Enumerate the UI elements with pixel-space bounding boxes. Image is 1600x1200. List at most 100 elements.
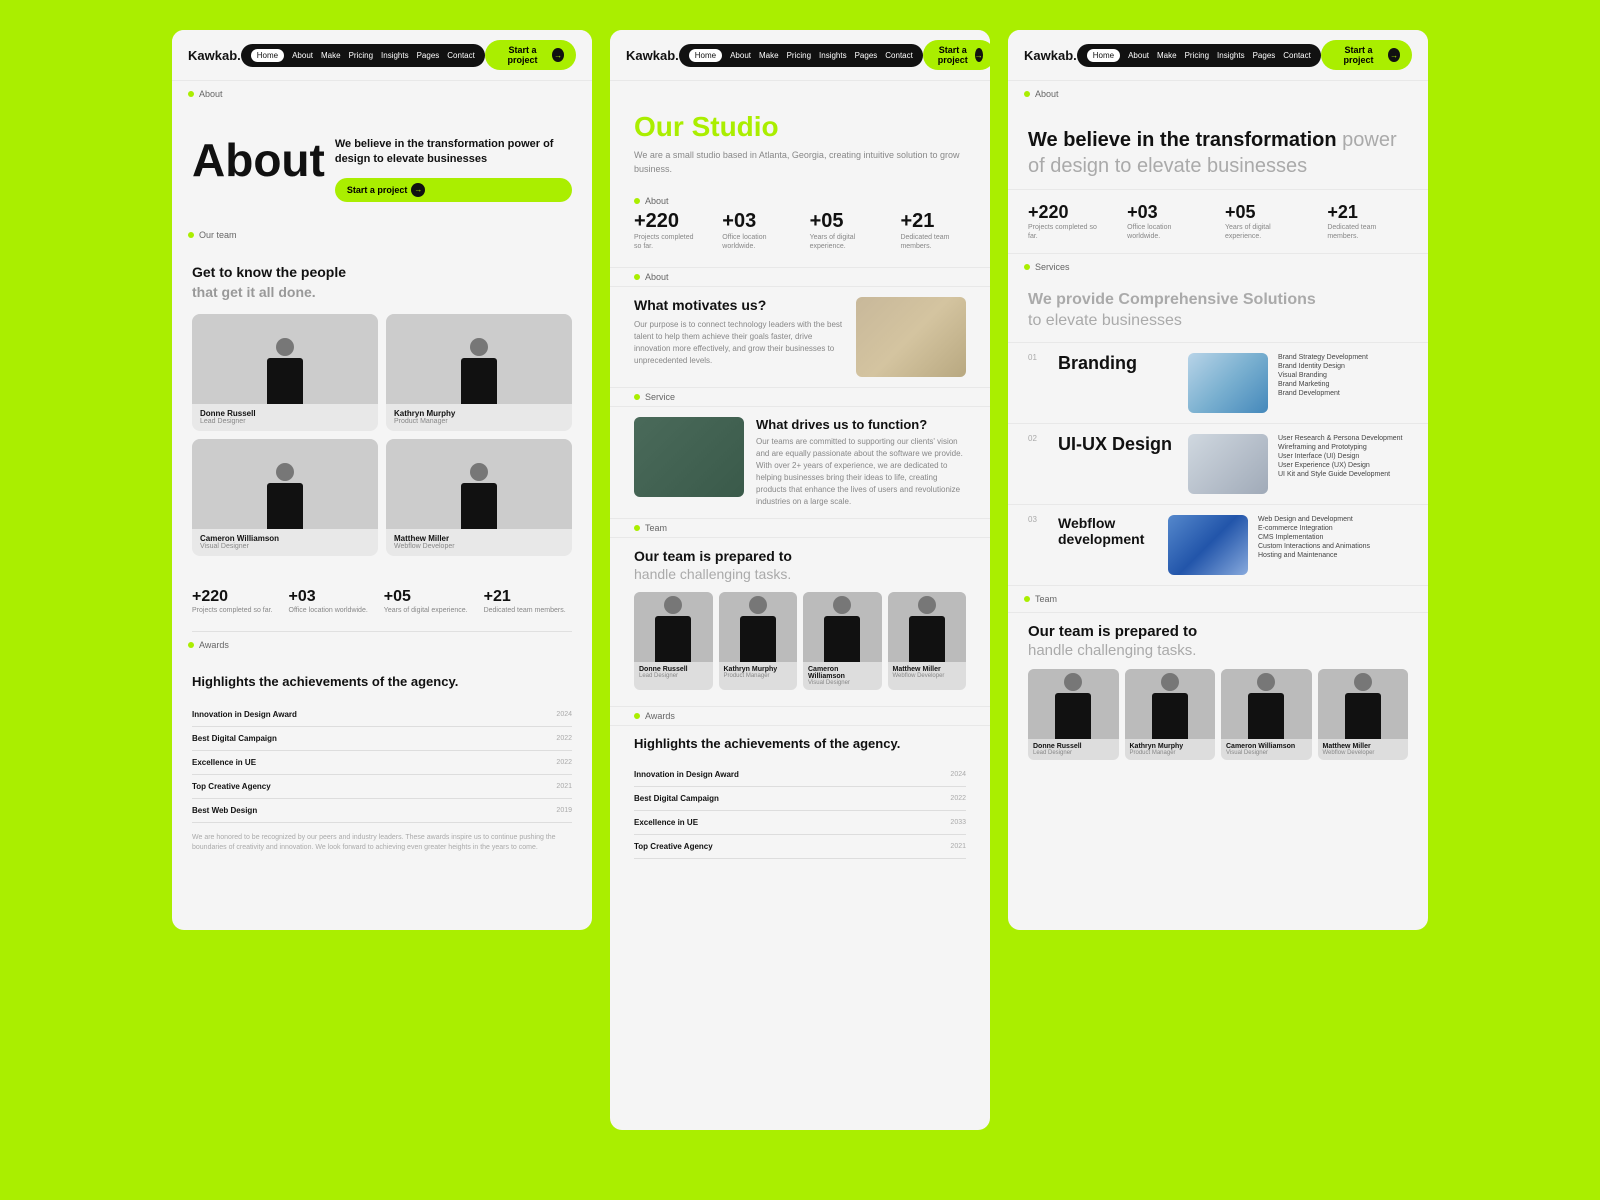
center-drives-text: What drives us to function? Our teams ar… <box>756 417 966 508</box>
center-person-fig-3 <box>888 592 967 662</box>
center-nav[interactable]: Home About Make Pricing Insights Pages C… <box>679 44 923 67</box>
center-stats: +220 Projects completed so far. +03 Offi… <box>610 210 990 267</box>
center-subtitle: We are a small studio based in Atlanta, … <box>634 149 966 176</box>
center-stat-label-1: Office location worldwide. <box>722 233 785 251</box>
center-team-img-3 <box>888 592 967 662</box>
center-nav-home[interactable]: Home <box>689 49 722 62</box>
right-person-head-2 <box>1257 673 1275 691</box>
left-start-arrow-icon: → <box>552 48 564 62</box>
right-service-list-item-0-3: Brand Marketing <box>1278 380 1408 389</box>
left-awards-heading: Highlights the achievements of the agenc… <box>192 674 572 691</box>
right-team-info-3: Matthew Miller Webflow Developer <box>1318 739 1409 760</box>
right-nav-pages[interactable]: Pages <box>1253 51 1276 60</box>
right-belief: We believe in the transformation power o… <box>1028 127 1408 179</box>
right-team-card-2: Cameron Williamson Visual Designer <box>1221 669 1312 760</box>
left-nav-pricing[interactable]: Pricing <box>349 51 373 60</box>
center-start-button[interactable]: Start a project → <box>923 40 990 70</box>
right-nav-pricing[interactable]: Pricing <box>1185 51 1209 60</box>
right-service-list-item-2-3: Custom Interactions and Animations <box>1258 542 1408 551</box>
person-fig-2 <box>192 439 378 529</box>
right-team-info-2: Cameron Williamson Visual Designer <box>1221 739 1312 760</box>
left-nav-contact[interactable]: Contact <box>447 51 475 60</box>
center-team-card-3: Matthew Miller Webflow Developer <box>888 592 967 690</box>
center-award-3: Top Creative Agency 2021 <box>634 835 966 859</box>
right-stats: +220 Projects completed so far. +03 Offi… <box>1008 189 1428 253</box>
center-award-0: Innovation in Design Award 2024 <box>634 763 966 787</box>
center-award-name-0: Innovation in Design Award <box>634 770 739 779</box>
left-team-heading: Get to know the people <box>192 264 572 280</box>
center-person-head-1 <box>749 596 767 614</box>
center-nav-contact[interactable]: Contact <box>885 51 913 60</box>
right-start-button[interactable]: Start a project → <box>1321 40 1412 70</box>
left-team-info-2: Cameron Williamson Visual Designer <box>192 529 378 556</box>
left-nav-about[interactable]: About <box>292 51 313 60</box>
left-hero-arrow-icon: → <box>411 183 425 197</box>
left-belief-text: We believe in the transformation power o… <box>335 138 554 165</box>
right-member-role-3: Webflow Developer <box>1323 750 1404 756</box>
person-head-2 <box>276 463 294 481</box>
right-person-head-1 <box>1161 673 1179 691</box>
right-team-label: Team <box>1008 585 1428 612</box>
right-stat-num-1: +03 <box>1127 202 1205 223</box>
right-service-list-item-1-0: User Research & Persona Development <box>1278 434 1408 443</box>
left-member-name-1: Kathryn Murphy <box>394 409 564 418</box>
left-start-button[interactable]: Start a project → <box>485 40 576 70</box>
center-team-img-2 <box>803 592 882 662</box>
right-services-heading-strong: Comprehensive Solutions <box>1118 291 1315 308</box>
left-start-label: Start a project <box>497 45 548 65</box>
right-stat-label-0: Projects completed so far. <box>1028 223 1107 241</box>
center-logo: Kawkab. <box>626 48 679 63</box>
center-nav-about[interactable]: About <box>730 51 751 60</box>
right-person-body-0 <box>1055 693 1091 739</box>
left-nav-pages[interactable]: Pages <box>417 51 440 60</box>
center-stat-2: +05 Years of digital experience. <box>810 210 877 251</box>
center-motivates-image <box>856 297 966 377</box>
left-stat-3: +21 Dedicated team members. <box>484 588 566 615</box>
center-stat-label-0: Projects completed so far. <box>634 233 698 251</box>
left-team-card-0: Donne Russell Lead Designer <box>192 314 378 431</box>
center-panel: Kawkab. Home About Make Pricing Insights… <box>610 30 990 1130</box>
right-nav-make[interactable]: Make <box>1157 51 1177 60</box>
center-award-name-3: Top Creative Agency <box>634 842 713 851</box>
center-stat-1: +03 Office location worldwide. <box>722 210 785 251</box>
center-nav-insights[interactable]: Insights <box>819 51 847 60</box>
left-nav[interactable]: Home About Make Pricing Insights Pages C… <box>241 44 485 67</box>
left-team-img-3 <box>386 439 572 529</box>
right-stat-label-2: Years of digital experience. <box>1225 223 1307 241</box>
right-nav-home[interactable]: Home <box>1087 49 1120 62</box>
left-hero-cta[interactable]: Start a project → <box>335 178 572 202</box>
right-stat-label-3: Dedicated team members. <box>1327 223 1408 241</box>
left-panel: Kawkab. Home About Make Pricing Insights… <box>172 30 592 930</box>
left-awards-label: Awards <box>172 632 592 658</box>
center-nav-pages[interactable]: Pages <box>855 51 878 60</box>
left-team-info-0: Donne Russell Lead Designer <box>192 404 378 431</box>
right-nav-contact[interactable]: Contact <box>1283 51 1311 60</box>
right-nav-insights[interactable]: Insights <box>1217 51 1245 60</box>
right-nav-about[interactable]: About <box>1128 51 1149 60</box>
right-team-card-3: Matthew Miller Webflow Developer <box>1318 669 1409 760</box>
center-award-name-2: Excellence in UE <box>634 818 698 827</box>
left-stat-num-0: +220 <box>192 588 273 606</box>
right-nav[interactable]: Home About Make Pricing Insights Pages C… <box>1077 44 1321 67</box>
left-nav-home[interactable]: Home <box>251 49 284 62</box>
center-member-name-1: Kathryn Murphy <box>724 666 793 673</box>
center-drives-image <box>634 417 744 497</box>
motivates-photo <box>856 297 966 377</box>
left-nav-insights[interactable]: Insights <box>381 51 409 60</box>
person-body-3 <box>461 483 497 529</box>
right-team-grid: Donne Russell Lead Designer Kathryn Murp… <box>1028 669 1408 760</box>
right-member-name-0: Donne Russell <box>1033 743 1114 750</box>
right-service-list-item-0-0: Brand Strategy Development <box>1278 353 1408 362</box>
left-award-year-4: 2019 <box>556 807 572 814</box>
right-person-fig-2 <box>1221 669 1312 739</box>
center-nav-pricing[interactable]: Pricing <box>787 51 811 60</box>
left-team-card-3: Matthew Miller Webflow Developer <box>386 439 572 556</box>
left-team-img-1 <box>386 314 572 404</box>
center-awards-section: Highlights the achievements of the agenc… <box>610 725 990 869</box>
center-nav-make[interactable]: Make <box>759 51 779 60</box>
center-team-info-2: Cameron Williamson Visual Designer <box>803 662 882 690</box>
right-service-num-0: 01 <box>1028 353 1048 413</box>
left-nav-make[interactable]: Make <box>321 51 341 60</box>
center-award-year-3: 2021 <box>950 843 966 850</box>
right-team-img-0 <box>1028 669 1119 739</box>
